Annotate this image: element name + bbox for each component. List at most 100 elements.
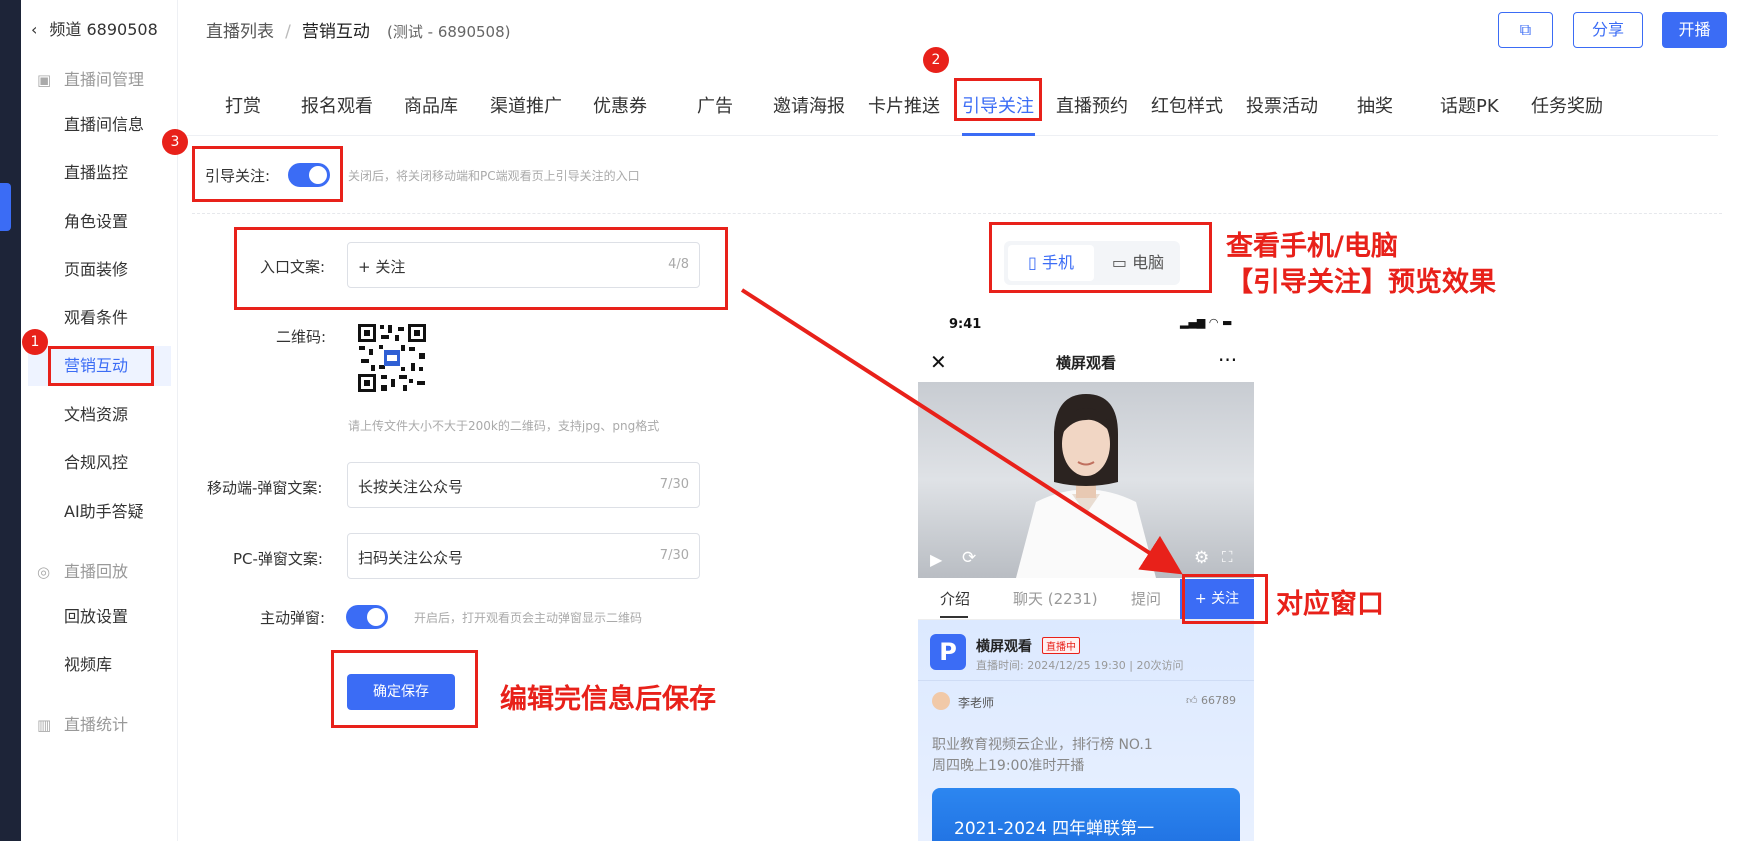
bar-chart-icon: ▥ — [37, 716, 52, 734]
sidebar-item-video-library[interactable]: 视频库 — [21, 645, 178, 685]
tab-topic-pk[interactable]: 话题PK — [1440, 92, 1499, 118]
live-tag: 直播中 — [1042, 637, 1080, 654]
tab-vote[interactable]: 投票活动 — [1246, 92, 1318, 118]
preview-tab-chat[interactable]: 聊天 (2231) — [1013, 588, 1098, 609]
replay-icon: ◎ — [37, 563, 51, 581]
copy-icon: ⧉ — [1519, 20, 1532, 39]
tab-card-push[interactable]: 卡片推送 — [868, 92, 940, 118]
desktop-icon: ▭ — [1111, 253, 1127, 272]
pc-popup-value: 扫码关注公众号 — [358, 549, 464, 567]
entry-text-value: + 关注 — [358, 258, 406, 276]
follow-guide-toggle[interactable] — [288, 163, 330, 187]
sidebar-item-monitor[interactable]: 直播监控 — [21, 153, 178, 193]
preview-tab-intro[interactable]: 介绍 — [940, 588, 970, 609]
fullscreen-icon[interactable]: ⛶ — [1222, 548, 1233, 566]
share-button[interactable]: 分享 — [1573, 12, 1643, 48]
sidebar-item-marketing[interactable]: 营销互动 — [28, 346, 171, 386]
pc-preview-tab[interactable]: ▭ 电脑 — [1100, 245, 1176, 281]
preview-tab-underline — [940, 616, 968, 618]
annotation-save-note: 编辑完信息后保存 — [500, 684, 716, 715]
host-avatar — [932, 692, 950, 710]
tab-invite-poster[interactable]: 邀请海报 — [773, 92, 845, 118]
auto-popup-label: 主动弹窗: — [260, 609, 326, 627]
tab-lottery[interactable]: 抽奖 — [1357, 92, 1393, 118]
channel-subtitle: (测试 - 6890508) — [387, 23, 511, 41]
sidebar-group-stats[interactable]: ▥ 直播统计 — [21, 705, 178, 745]
sidebar-group-playback[interactable]: ◎ 直播回放 — [21, 552, 178, 592]
sidebar-item-roles[interactable]: 角色设置 — [21, 202, 178, 242]
sidebar-item-documents[interactable]: 文档资源 — [21, 395, 178, 435]
sidebar-item-decoration[interactable]: 页面装修 — [21, 250, 178, 290]
tab-channel-promo[interactable]: 渠道推广 — [490, 92, 562, 118]
channel-meta: 直播时间: 2024/12/25 19:30 | 20次访问 — [976, 659, 1184, 672]
mobile-popup-count: 7/30 — [659, 477, 689, 492]
status-icons: ▂▄▆ ◠ ▬ — [1180, 316, 1233, 329]
qr-label: 二维码: — [276, 328, 327, 346]
breadcrumb-parent[interactable]: 直播列表 — [206, 22, 274, 42]
sidebar-item-watch-conditions[interactable]: 观看条件 — [21, 298, 178, 338]
mobile-popup-input[interactable]: 长按关注公众号 7/30 — [347, 462, 700, 508]
refresh-icon[interactable]: ⟳ — [962, 548, 976, 568]
follow-toggle-hint: 关闭后，将关闭移动端和PC端观看页上引导关注的入口 — [348, 169, 640, 183]
tab-products[interactable]: 商品库 — [404, 92, 458, 118]
sidebar-item-compliance[interactable]: 合规风控 — [21, 443, 178, 483]
follow-toggle-label: 引导关注: — [205, 167, 271, 185]
promo-banner[interactable]: 2021-2024 四年蝉联第一 — [932, 788, 1240, 841]
tab-red-packet[interactable]: 红包样式 — [1151, 92, 1223, 118]
tab-coupons[interactable]: 优惠券 — [593, 92, 647, 118]
phone-preview: 9:41 ▂▄▆ ◠ ▬ ✕ 横屏观看 ··· ▶ ⟳ ⚙ ⛶ 介绍 聊天 (2… — [918, 310, 1254, 841]
mobile-preview-tab[interactable]: ▯ 手机 — [1008, 245, 1094, 281]
pc-popup-input[interactable]: 扫码关注公众号 7/30 — [347, 533, 700, 579]
sidebar-item-ai-assistant[interactable]: AI助手答疑 — [21, 492, 178, 532]
channel-desc-1: 职业教育视频云企业，排行榜 NO.1 — [932, 737, 1153, 753]
qr-code-image[interactable] — [357, 323, 427, 393]
entry-text-count: 4/8 — [668, 257, 689, 272]
tab-signup[interactable]: 报名观看 — [301, 92, 373, 118]
preview-tab-ask[interactable]: 提问 — [1131, 588, 1161, 609]
sidebar: ‹ 频道 6890508 ▣ 直播间管理 直播间信息 直播监控 角色设置 页面装修 … — [21, 0, 178, 841]
step-badge-1: 1 — [22, 329, 48, 355]
sidebar-item-playback-settings[interactable]: 回放设置 — [21, 597, 178, 637]
tab-reservation[interactable]: 直播预约 — [1056, 92, 1128, 118]
tab-task-reward[interactable]: 任务奖励 — [1531, 92, 1603, 118]
active-tab-underline — [962, 133, 1035, 136]
rail-active-indicator — [0, 183, 11, 231]
mobile-popup-value: 长按关注公众号 — [358, 478, 464, 496]
entry-text-label: 入口文案: — [260, 258, 326, 276]
chevron-left-icon: ‹ — [31, 20, 38, 39]
channel-desc-2: 周四晚上19:00准时开播 — [932, 758, 1085, 774]
copy-button[interactable]: ⧉ — [1498, 12, 1553, 48]
qr-hint: 请上传文件大小不大于200k的二维码，支持jpg、png格式 — [348, 419, 660, 433]
annotation-preview-note-2: 【引导关注】预览效果 — [1226, 267, 1496, 298]
auto-popup-toggle[interactable] — [346, 605, 388, 629]
channel-name: 横屏观看 — [976, 639, 1032, 655]
video-player[interactable]: ▶ ⟳ ⚙ ⛶ — [918, 382, 1254, 578]
sidebar-item-room-info[interactable]: 直播间信息 — [21, 105, 178, 145]
breadcrumb-separator: / — [285, 22, 291, 42]
tab-follow-guide[interactable]: 引导关注 — [962, 92, 1034, 118]
app-rail — [0, 0, 21, 841]
preview-title: 横屏观看 — [1055, 354, 1116, 372]
settings-icon[interactable]: ⚙ — [1194, 548, 1209, 568]
save-button[interactable]: 确定保存 — [347, 674, 455, 710]
entry-text-input[interactable]: + 关注 4/8 — [347, 242, 700, 288]
tab-reward[interactable]: 打赏 — [225, 92, 261, 118]
channel-logo-icon: P — [930, 634, 966, 670]
phone-icon: ▯ — [1028, 253, 1037, 272]
section-divider — [192, 213, 1722, 214]
breadcrumb: 直播列表 / 营销互动 (测试 - 6890508) — [206, 17, 510, 42]
step-badge-3: 3 — [162, 129, 188, 155]
promo-banner-text: 2021-2024 四年蝉联第一 — [954, 819, 1155, 839]
sidebar-group-live-room[interactable]: ▣ 直播间管理 — [21, 60, 178, 100]
likes: 👍︎ 66789 — [1186, 694, 1236, 707]
tab-ads[interactable]: 广告 — [697, 92, 733, 118]
play-icon[interactable]: ▶ — [930, 550, 942, 569]
auto-popup-hint: 开启后，打开观看页会主动弹窗显示二维码 — [414, 611, 643, 625]
info-divider — [918, 680, 1254, 681]
back-channel-link[interactable]: ‹ 频道 6890508 — [31, 16, 158, 40]
mobile-popup-label: 移动端-弹窗文案: — [207, 479, 323, 497]
host-name: 李老师 — [958, 696, 995, 710]
preview-follow-button[interactable]: + 关注 — [1180, 579, 1254, 619]
start-live-button[interactable]: 开播 — [1662, 12, 1727, 48]
more-icon[interactable]: ··· — [1218, 348, 1237, 372]
